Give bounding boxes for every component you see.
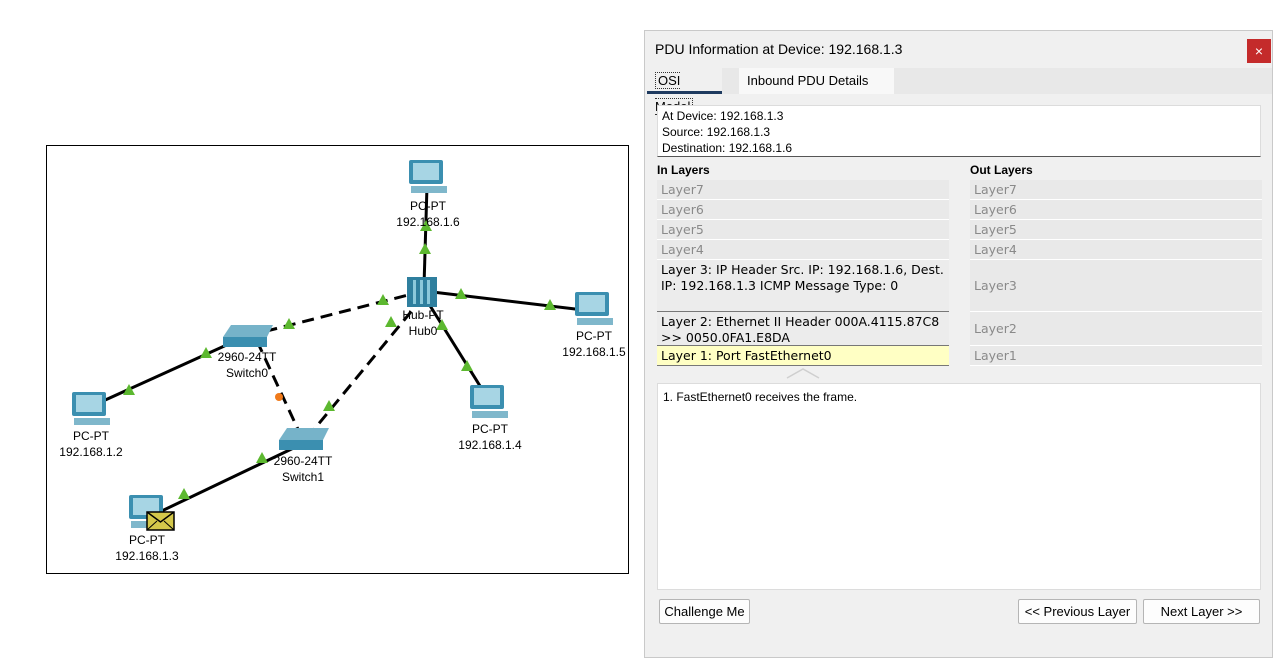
layer-label: Layer5 xyxy=(974,222,1017,237)
layer-label: Layer6 xyxy=(974,202,1017,217)
destination-text: Destination: 192.168.1.6 xyxy=(662,141,793,155)
device-label-switch1[interactable]: 2960-24TT Switch1 xyxy=(267,453,339,485)
link-pending-icon xyxy=(275,393,283,401)
dialog-title: PDU Information at Device: 192.168.1.3 xyxy=(655,41,903,57)
in-layer-7[interactable]: Layer7 xyxy=(657,180,949,200)
pc-icon xyxy=(470,385,508,418)
in-layers-heading: In Layers xyxy=(657,163,710,177)
link-status-indicators xyxy=(123,220,556,499)
device-type: 2960-24TT xyxy=(217,350,277,364)
hub-icon xyxy=(407,277,437,307)
in-layer-6[interactable]: Layer6 xyxy=(657,200,949,220)
layer-label: Layer 2: Ethernet II Header 000A.4115.87… xyxy=(661,314,940,345)
out-layer-6[interactable]: Layer6 xyxy=(970,200,1262,220)
out-layers-heading: Out Layers xyxy=(970,163,1033,177)
device-type: PC-PT xyxy=(129,533,165,547)
source-text: Source: 192.168.1.3 xyxy=(662,125,771,139)
layer-label: Layer 3: IP Header Src. IP: 192.168.1.6,… xyxy=(661,262,944,293)
tab-bar: OSI Model Inbound PDU Details xyxy=(647,68,1272,115)
pc-icon xyxy=(72,392,110,425)
device-label-pc4[interactable]: PC-PT 192.168.1.4 xyxy=(452,421,528,453)
layer-label: Layer7 xyxy=(974,182,1017,197)
in-layer-1[interactable]: Layer 1: Port FastEthernet0 xyxy=(657,346,949,366)
device-ip: 192.168.1.4 xyxy=(458,438,522,452)
previous-layer-button[interactable]: << Previous Layer xyxy=(1018,599,1137,624)
layer-description: 1. FastEthernet0 receives the frame. xyxy=(657,383,1261,590)
close-icon: × xyxy=(1254,43,1264,59)
device-label-switch0[interactable]: 2960-24TT Switch0 xyxy=(211,349,283,381)
device-name: Switch0 xyxy=(225,366,269,380)
switch-icon xyxy=(223,325,273,347)
device-label-pc3[interactable]: PC-PT 192.168.1.3 xyxy=(109,532,185,564)
device-ip: 192.168.1.5 xyxy=(562,345,626,359)
out-layer-4[interactable]: Layer4 xyxy=(970,240,1262,260)
link-status-icon xyxy=(461,360,473,371)
in-layer-2[interactable]: Layer 2: Ethernet II Header 000A.4115.87… xyxy=(657,312,949,346)
next-layer-button[interactable]: Next Layer >> xyxy=(1143,599,1260,624)
device-label-pc6[interactable]: PC-PT 192.168.1.6 xyxy=(392,198,464,230)
device-type: Hub-PT xyxy=(402,308,444,322)
device-name: Switch1 xyxy=(281,470,325,484)
out-layer-5[interactable]: Layer5 xyxy=(970,220,1262,240)
out-layer-2[interactable]: Layer2 xyxy=(970,312,1262,346)
envelope-icon xyxy=(146,511,175,531)
layer-label: Layer5 xyxy=(661,222,704,237)
pc-icon xyxy=(409,160,447,193)
device-type: PC-PT xyxy=(472,422,508,436)
device-type: 2960-24TT xyxy=(273,454,333,468)
link-status-icon xyxy=(178,488,190,499)
topology-canvas[interactable]: PC-PT 192.168.1.6 Hub-PT Hub0 PC-PT 192.… xyxy=(46,145,629,574)
layer-label: Layer2 xyxy=(974,321,1017,336)
out-layer-1[interactable]: Layer1 xyxy=(970,346,1262,366)
close-button[interactable]: × xyxy=(1247,39,1271,63)
device-ip: 192.168.1.6 xyxy=(396,215,460,229)
description-text: 1. FastEthernet0 receives the frame. xyxy=(663,390,858,404)
layer-label: Layer3 xyxy=(974,278,1017,293)
out-layer-7[interactable]: Layer7 xyxy=(970,180,1262,200)
device-label-pc5[interactable]: PC-PT 192.168.1.5 xyxy=(556,328,632,360)
topology-links xyxy=(72,160,613,531)
pc-icon xyxy=(575,292,613,325)
splitter-handle-icon[interactable] xyxy=(786,367,820,379)
device-type: PC-PT xyxy=(410,199,446,213)
in-layer-4[interactable]: Layer4 xyxy=(657,240,949,260)
layer-label: Layer4 xyxy=(974,242,1017,257)
pdu-summary: At Device: 192.168.1.3 Source: 192.168.1… xyxy=(657,105,1261,157)
in-layer-3[interactable]: Layer 3: IP Header Src. IP: 192.168.1.6,… xyxy=(657,260,949,312)
pdu-info-dialog: PDU Information at Device: 192.168.1.3 ×… xyxy=(644,30,1273,658)
device-type: PC-PT xyxy=(576,329,612,343)
layer-label: Layer1 xyxy=(974,348,1017,363)
challenge-me-button[interactable]: Challenge Me xyxy=(659,599,750,624)
tab-label: Inbound PDU Details xyxy=(747,73,869,88)
layer-label: Layer7 xyxy=(661,182,704,197)
switch-icon xyxy=(279,428,329,450)
tab-inbound-pdu-details[interactable]: Inbound PDU Details xyxy=(739,68,894,94)
in-layer-5[interactable]: Layer5 xyxy=(657,220,949,240)
device-ip: 192.168.1.3 xyxy=(115,549,179,563)
device-label-hub0[interactable]: Hub-PT Hub0 xyxy=(392,307,454,339)
device-type: PC-PT xyxy=(73,429,109,443)
device-name: Hub0 xyxy=(408,324,438,338)
layer-label: Layer 1: Port FastEthernet0 xyxy=(661,348,832,363)
layer-label: Layer4 xyxy=(661,242,704,257)
at-device-text: At Device: 192.168.1.3 xyxy=(662,109,784,123)
link-status-icon xyxy=(419,243,431,254)
device-label-pc2[interactable]: PC-PT 192.168.1.2 xyxy=(53,428,129,460)
device-ip: 192.168.1.2 xyxy=(59,445,123,459)
layer-label: Layer6 xyxy=(661,202,704,217)
out-layer-3[interactable]: Layer3 xyxy=(970,260,1262,312)
tab-osi-model[interactable]: OSI Model xyxy=(647,68,722,115)
